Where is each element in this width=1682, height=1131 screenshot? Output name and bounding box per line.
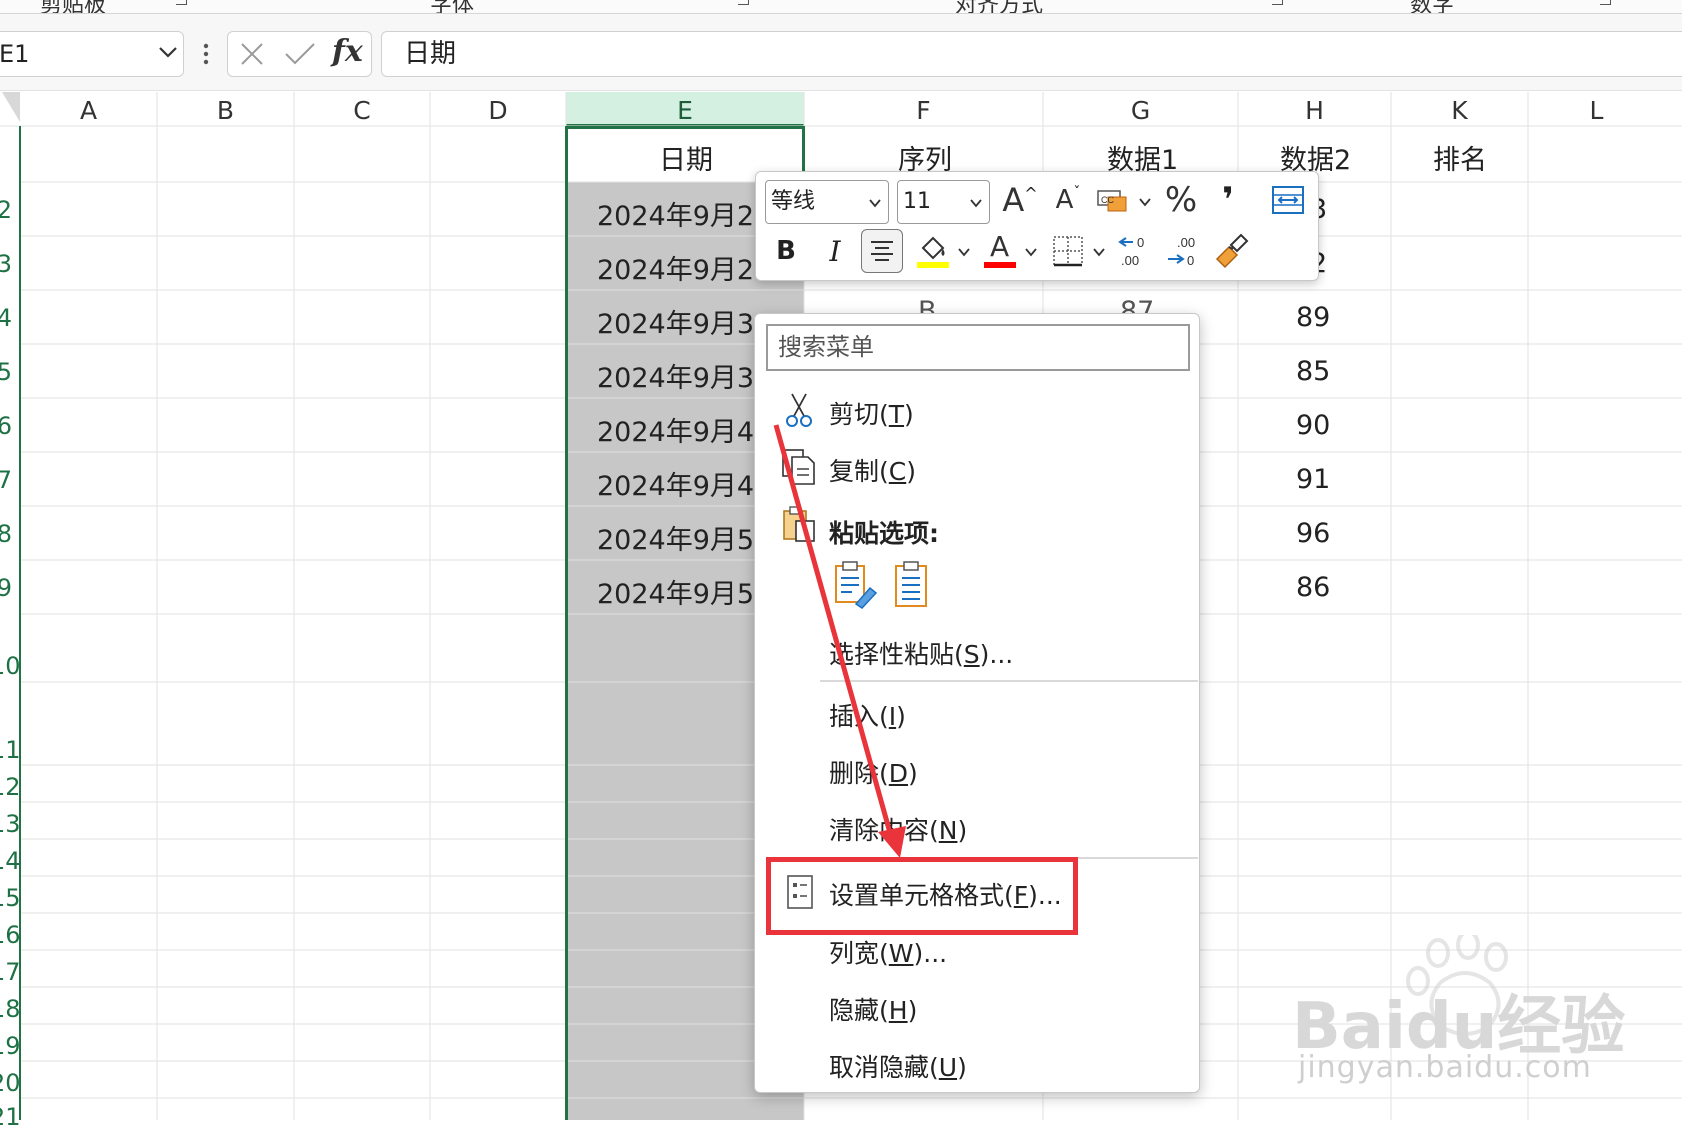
watermark-url: jingyan.baidu.com bbox=[1298, 1050, 1592, 1085]
